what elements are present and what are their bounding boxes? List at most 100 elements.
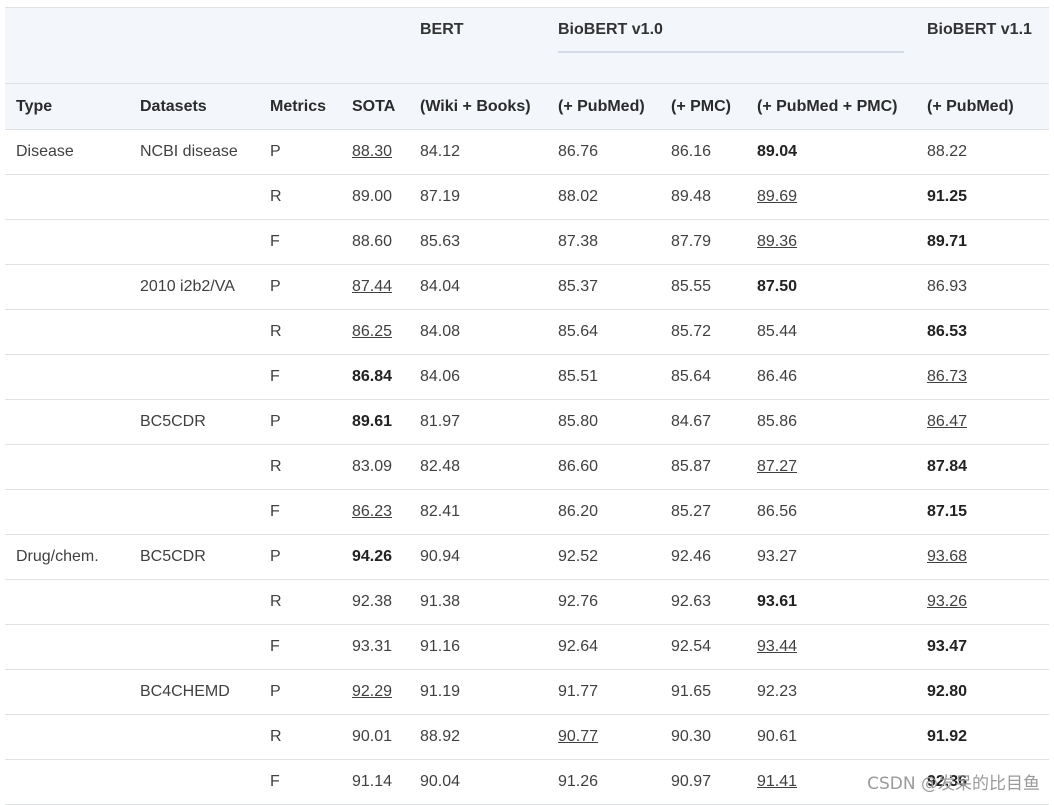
table-cell: 90.04	[409, 759, 547, 805]
table-cell: 92.29	[341, 669, 409, 715]
table-cell: 86.25	[341, 309, 409, 355]
table-cell: 93.31	[341, 624, 409, 670]
table-cell: 92.54	[660, 624, 746, 670]
group-biobert-v10: BioBERT v1.0	[547, 7, 916, 84]
table-cell	[5, 309, 129, 355]
table-cell: 85.80	[547, 399, 660, 445]
table-cell: R	[259, 444, 341, 490]
table-cell	[129, 354, 259, 400]
column-header: (Wiki + Books)	[409, 83, 547, 130]
table-row: Disease NCBI disease P 88.30 84.12 86.76 86.16…	[5, 129, 1049, 175]
column-header: SOTA	[341, 83, 409, 130]
table-cell	[5, 669, 129, 715]
table-cell: 90.30	[660, 714, 746, 760]
table-cell: 92.23	[746, 669, 916, 715]
table-cell: 85.51	[547, 354, 660, 400]
table-body: Disease NCBI disease P 88.30 84.12 86.76 86.16…	[5, 129, 1049, 805]
table-row: F 86.23 82.41 86.20 85.27 86.56 87.15	[5, 489, 1049, 535]
table-cell: 85.37	[547, 264, 660, 310]
table-cell: 92.80	[916, 669, 1049, 715]
table-cell: 89.71	[916, 219, 1049, 265]
table-cell	[5, 624, 129, 670]
table-cell: R	[259, 309, 341, 355]
table-cell: 93.26	[916, 579, 1049, 625]
table-cell: 85.86	[746, 399, 916, 445]
table-cell: 91.14	[341, 759, 409, 805]
table-cell: 89.36	[746, 219, 916, 265]
table-cell: P	[259, 534, 341, 580]
table-cell: F	[259, 759, 341, 805]
table-cell: 93.68	[916, 534, 1049, 580]
column-header: (+ PubMed)	[547, 83, 660, 130]
table-cell: 87.50	[746, 264, 916, 310]
column-header: (+ PMC)	[660, 83, 746, 130]
table-row: R 86.25 84.08 85.64 85.72 85.44 86.53	[5, 309, 1049, 355]
table-cell: 92.63	[660, 579, 746, 625]
watermark-text: CSDN @发呆的比目鱼	[867, 774, 1040, 794]
table-row: F 93.31 91.16 92.64 92.54 93.44 93.47	[5, 624, 1049, 670]
table-cell: 93.47	[916, 624, 1049, 670]
table-cell: 86.23	[341, 489, 409, 535]
table-cell: 91.19	[409, 669, 547, 715]
table-cell	[129, 714, 259, 760]
table-cell: 83.09	[341, 444, 409, 490]
table-row: Drug/chem. BC5CDR P 94.26 90.94 92.52 92.46 93.…	[5, 534, 1049, 580]
table-row: BC4CHEMD P 92.29 91.19 91.77 91.65 92.23 92.80	[5, 669, 1049, 715]
table-cell: 92.52	[547, 534, 660, 580]
table-row: R 92.38 91.38 92.76 92.63 93.61 93.26	[5, 579, 1049, 625]
table-cell	[5, 579, 129, 625]
table-cell: 92.46	[660, 534, 746, 580]
table-cell	[5, 444, 129, 490]
table-cell: 84.06	[409, 354, 547, 400]
table-cell: 92.64	[547, 624, 660, 670]
table-cell: 90.01	[341, 714, 409, 760]
table-cell: 82.41	[409, 489, 547, 535]
table-cell: 84.04	[409, 264, 547, 310]
table-cell: 87.84	[916, 444, 1049, 490]
table-cell: 93.27	[746, 534, 916, 580]
table-cell: 86.53	[916, 309, 1049, 355]
table-cell: 85.64	[547, 309, 660, 355]
table-cell: 91.65	[660, 669, 746, 715]
table-row: 2010 i2b2/VA P 87.44 84.04 85.37 85.55 87.50 86…	[5, 264, 1049, 310]
table-cell: 90.77	[547, 714, 660, 760]
table-cell: BC5CDR	[129, 534, 259, 580]
table-cell: 87.44	[341, 264, 409, 310]
table-cell: 86.47	[916, 399, 1049, 445]
table-cell: 89.48	[660, 174, 746, 220]
table-cell: BC5CDR	[129, 399, 259, 445]
table-cell: 86.56	[746, 489, 916, 535]
table-cell: P	[259, 129, 341, 175]
table-cell: 87.27	[746, 444, 916, 490]
table-cell: 93.61	[746, 579, 916, 625]
group-divider	[558, 51, 904, 53]
table-row: F 86.84 84.06 85.51 85.64 86.46 86.73	[5, 354, 1049, 400]
table-cell: R	[259, 714, 341, 760]
results-table: BERT BioBERT v1.0 BioBERT v1.1 Type Data…	[5, 7, 1049, 805]
table-cell: BC4CHEMD	[129, 669, 259, 715]
table-cell: 88.22	[916, 129, 1049, 175]
table-row: F 88.60 85.63 87.38 87.79 89.36 89.71	[5, 219, 1049, 265]
table-cell: 85.55	[660, 264, 746, 310]
table-cell: 85.27	[660, 489, 746, 535]
table-cell: NCBI disease	[129, 129, 259, 175]
table-cell: 91.26	[547, 759, 660, 805]
table-cell	[5, 354, 129, 400]
table-cell: 91.25	[916, 174, 1049, 220]
table-cell: 88.92	[409, 714, 547, 760]
table-cell: 92.76	[547, 579, 660, 625]
table-cell: 87.79	[660, 219, 746, 265]
table-cell: F	[259, 624, 341, 670]
table-cell: 86.76	[547, 129, 660, 175]
table-row: R 90.01 88.92 90.77 90.30 90.61 91.92	[5, 714, 1049, 760]
column-header: Datasets	[129, 83, 259, 130]
table-cell: 87.38	[547, 219, 660, 265]
table-cell: 2010 i2b2/VA	[129, 264, 259, 310]
table-cell: 91.16	[409, 624, 547, 670]
table-cell: F	[259, 489, 341, 535]
header-column-row: Type Datasets Metrics SOTA (Wiki + Books…	[5, 83, 1049, 130]
table-cell	[5, 174, 129, 220]
table-cell	[129, 219, 259, 265]
table-cell: 86.20	[547, 489, 660, 535]
header-group-row: BERT BioBERT v1.0 BioBERT v1.1	[5, 7, 1049, 84]
